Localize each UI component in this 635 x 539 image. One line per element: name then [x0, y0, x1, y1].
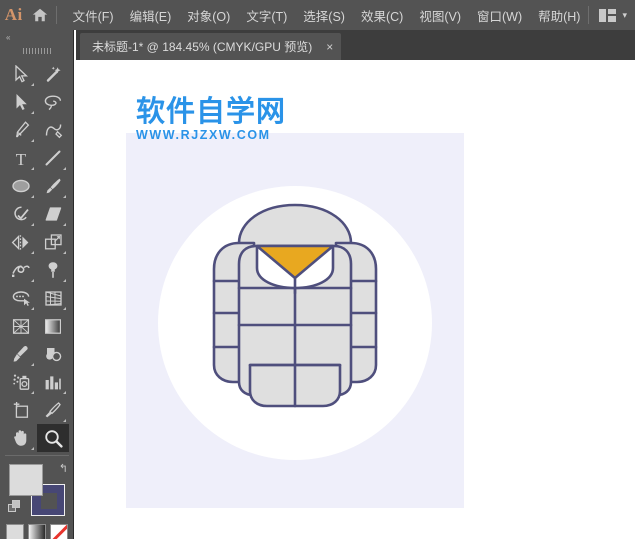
flyout-indicator: [63, 419, 66, 422]
toolbar-divider: [4, 455, 69, 456]
color-swatch-button[interactable]: [5, 524, 24, 539]
shape-builder-tool[interactable]: [37, 256, 69, 284]
document-tab-label: 未标题-1* @ 184.45% (CMYK/GPU 预览): [92, 40, 313, 54]
line-segment-tool[interactable]: [37, 144, 69, 172]
menu-object[interactable]: 对象(O): [179, 0, 238, 30]
flyout-indicator: [63, 251, 66, 254]
paintbrush-tool[interactable]: [37, 172, 69, 200]
workspace-area: ▾: [588, 0, 635, 30]
blend-tool[interactable]: [37, 340, 69, 368]
eyedropper-tool[interactable]: [5, 340, 37, 368]
close-icon[interactable]: ×: [326, 41, 333, 53]
document-tab[interactable]: 未标题-1* @ 184.45% (CMYK/GPU 预览) ×: [80, 33, 342, 60]
gradient-swatch-button[interactable]: [27, 524, 46, 539]
illustrator-window: Ai 文件(F) 编辑(E) 对象(O) 文字(T) 选择(S) 效果(C) 视…: [0, 0, 635, 539]
flyout-indicator: [31, 223, 34, 226]
watermark-chinese: 软件自学网: [136, 94, 287, 128]
hand-tool[interactable]: [5, 424, 37, 452]
zoom-tool[interactable]: [37, 424, 69, 452]
flyout-indicator: [31, 139, 34, 142]
chevron-down-icon[interactable]: ▾: [622, 10, 627, 20]
lasso-tool[interactable]: [37, 88, 69, 116]
none-swatch-button[interactable]: [49, 524, 68, 539]
ellipse-tool[interactable]: [5, 172, 37, 200]
artboard: [126, 133, 464, 508]
flyout-indicator: [63, 307, 66, 310]
swap-fill-stroke-icon[interactable]: ↰: [59, 462, 68, 475]
flyout-indicator: [31, 83, 34, 86]
fill-color-swatch[interactable]: [9, 464, 43, 496]
menu-select[interactable]: 选择(S): [295, 0, 353, 30]
collapse-panel-button[interactable]: «: [0, 30, 73, 44]
ai-logo: Ai: [4, 5, 23, 24]
shape-builder-merge-tool[interactable]: [5, 284, 37, 312]
flyout-indicator: [31, 195, 34, 198]
menu-help[interactable]: 帮助(H): [530, 0, 588, 30]
workspace-switcher-icon[interactable]: [599, 8, 617, 22]
type-tool[interactable]: T: [5, 144, 37, 172]
panel-drag-handle[interactable]: [0, 44, 73, 58]
column-graph-tool[interactable]: [37, 368, 69, 396]
menu-edit[interactable]: 编辑(E): [122, 0, 180, 30]
shaper-tool[interactable]: [5, 200, 37, 228]
artboard-tool[interactable]: [5, 396, 37, 424]
flyout-indicator: [63, 391, 66, 394]
puffer-jacket-artwork[interactable]: [126, 133, 464, 508]
perspective-grid-tool[interactable]: [37, 284, 69, 312]
mesh-tool[interactable]: [5, 312, 37, 340]
home-icon-glyph: [32, 8, 47, 22]
flyout-indicator: [31, 111, 34, 114]
tools-panel: « T ↰: [0, 30, 74, 539]
menu-window[interactable]: 窗口(W): [469, 0, 530, 30]
flyout-indicator: [63, 223, 66, 226]
menu-type[interactable]: 文字(T): [238, 0, 295, 30]
flyout-indicator: [31, 363, 34, 366]
selection-tool[interactable]: [5, 60, 37, 88]
default-fill-stroke-icon[interactable]: [8, 500, 21, 513]
flyout-indicator: [31, 251, 34, 254]
flyout-indicator: [63, 279, 66, 282]
gradient-tool[interactable]: [37, 312, 69, 340]
flyout-indicator: [31, 447, 34, 450]
flyout-indicator: [63, 167, 66, 170]
menu-divider: [55, 6, 57, 24]
flyout-indicator: [31, 391, 34, 394]
width-tool[interactable]: [5, 256, 37, 284]
slice-tool[interactable]: [37, 396, 69, 424]
flyout-indicator: [31, 307, 34, 310]
home-icon[interactable]: [28, 0, 52, 30]
flyout-indicator: [31, 279, 34, 282]
direct-selection-tool[interactable]: [5, 88, 37, 116]
paint-mode-buttons: [0, 524, 73, 539]
tool-grid: T: [0, 58, 74, 452]
menu-bar: Ai 文件(F) 编辑(E) 对象(O) 文字(T) 选择(S) 效果(C) 视…: [0, 0, 635, 30]
eraser-tool[interactable]: [37, 200, 69, 228]
workspace-divider: [588, 6, 590, 24]
flyout-indicator: [63, 195, 66, 198]
flyout-indicator: [31, 167, 34, 170]
watermark-url: WWW.RJZXW.COM: [136, 128, 271, 142]
menu-file[interactable]: 文件(F): [65, 0, 122, 30]
menu-view[interactable]: 视图(V): [411, 0, 469, 30]
pen-tool[interactable]: [5, 116, 37, 144]
document-canvas[interactable]: 软件自学网 WWW.RJZXW.COM: [76, 60, 635, 539]
rotate-tool[interactable]: [5, 228, 37, 256]
symbol-sprayer-tool[interactable]: [5, 368, 37, 396]
document-tab-bar: 未标题-1* @ 184.45% (CMYK/GPU 预览) ×: [76, 30, 635, 60]
magic-wand-tool[interactable]: [37, 60, 69, 88]
svg-text:T: T: [16, 150, 27, 167]
menu-effect[interactable]: 效果(C): [353, 0, 411, 30]
fill-stroke-controls: ↰: [0, 460, 74, 522]
watermark: 软件自学网 WWW.RJZXW.COM: [136, 97, 286, 142]
curvature-tool[interactable]: [37, 116, 69, 144]
free-transform-tool[interactable]: [37, 228, 69, 256]
